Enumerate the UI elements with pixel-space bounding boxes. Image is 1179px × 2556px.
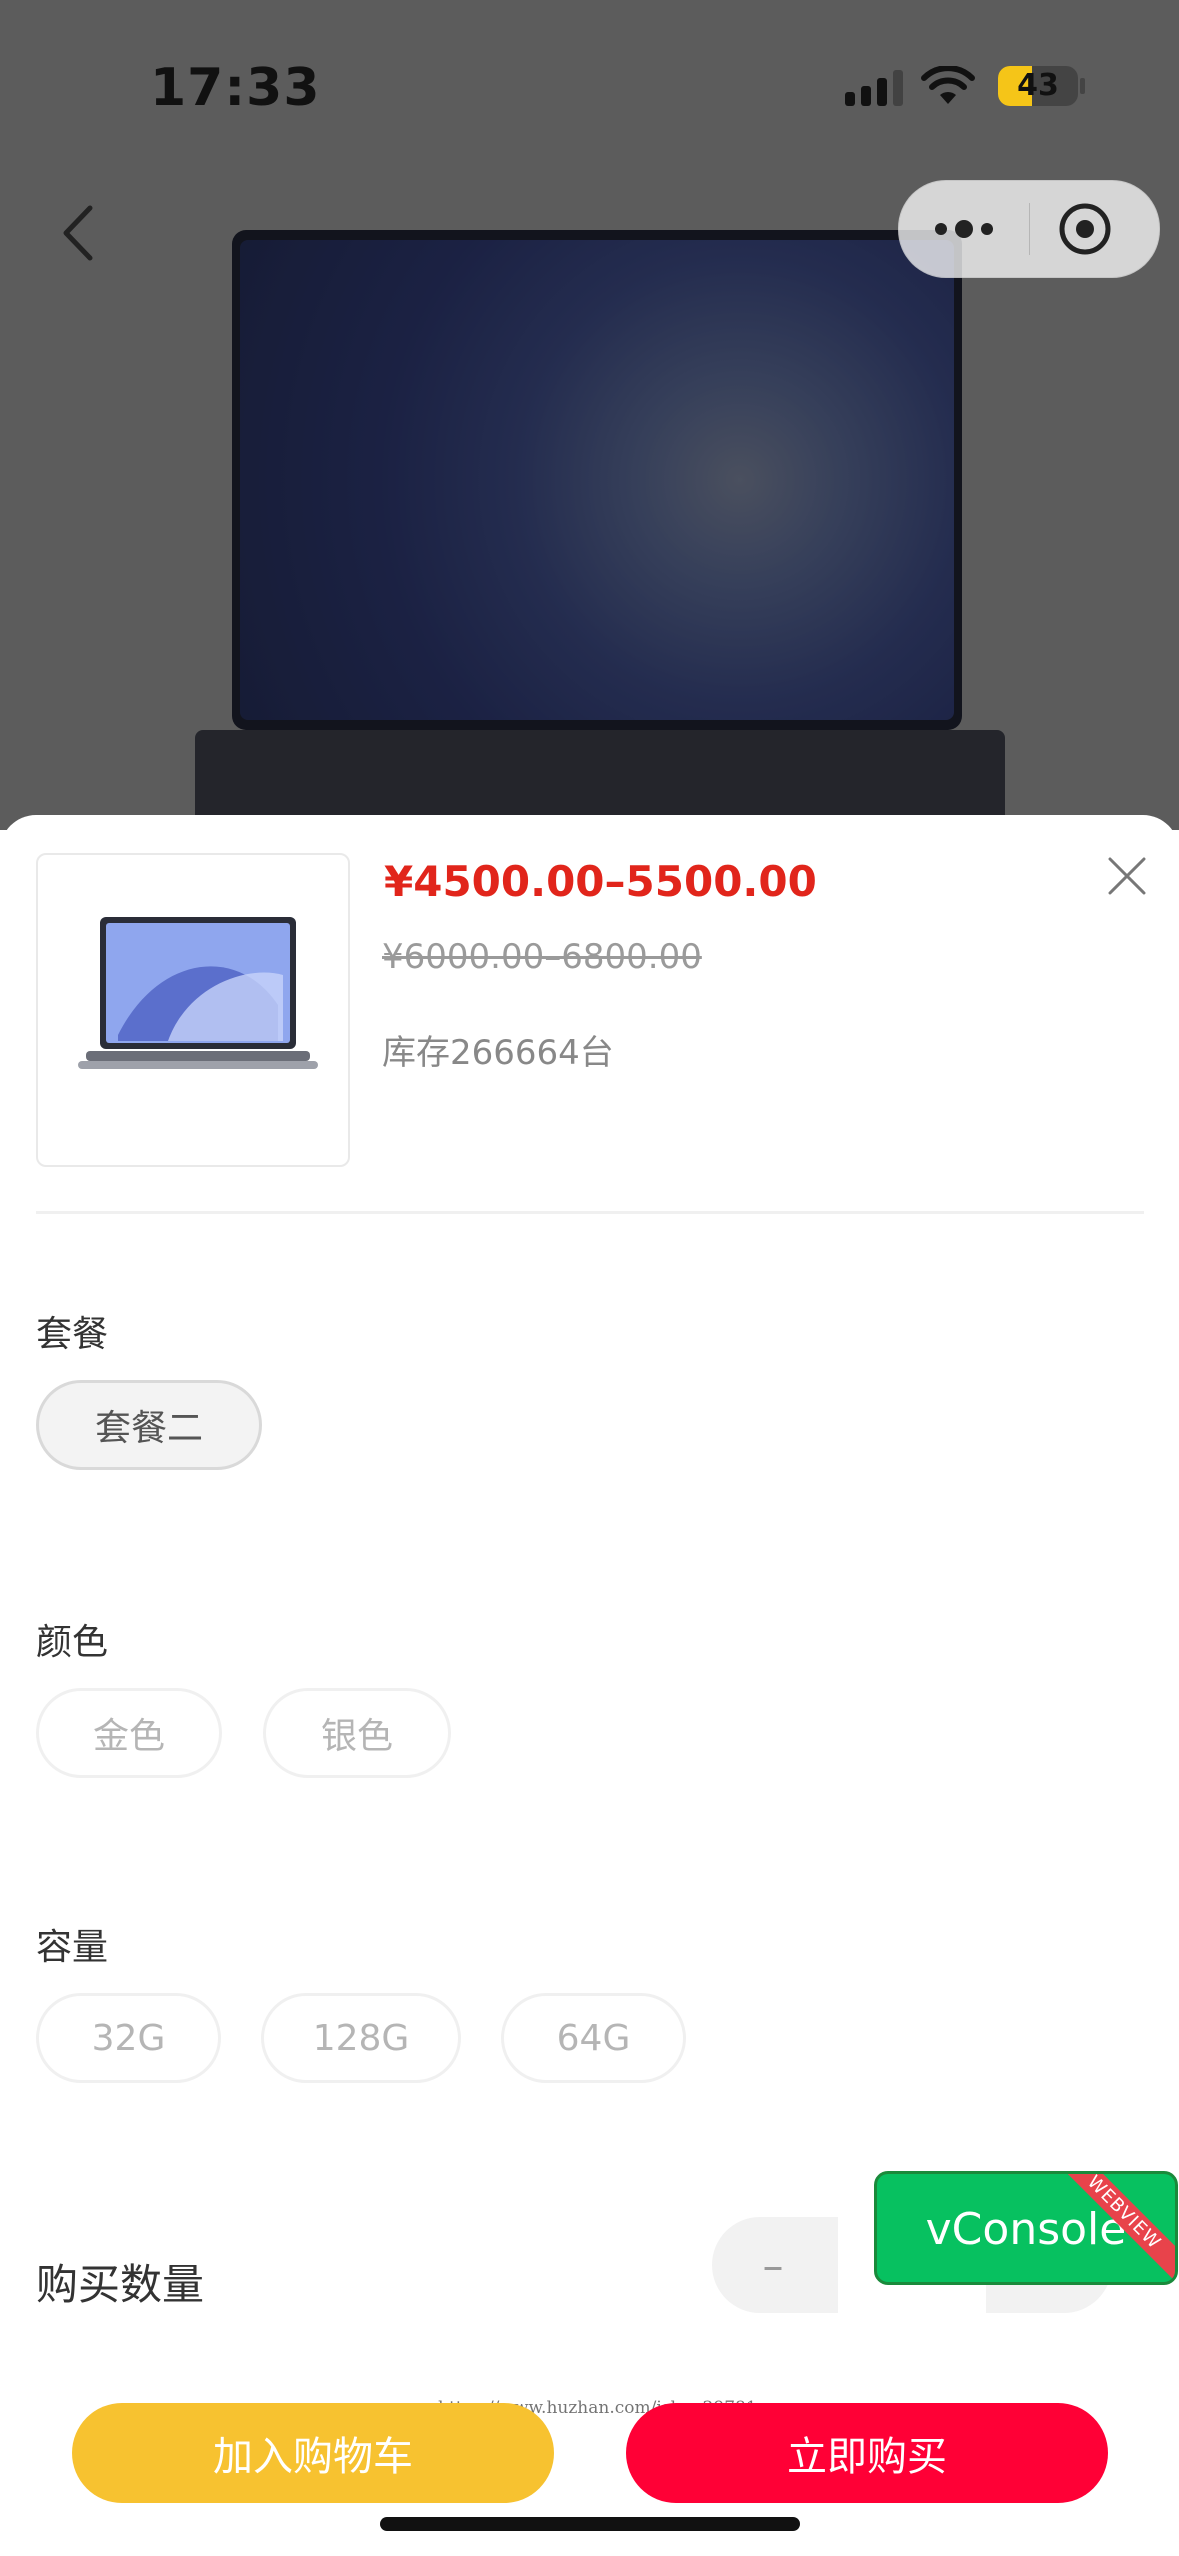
vconsole-button[interactable]: vConsole WEBVIEW [874, 2171, 1178, 2285]
original-price: ¥6000.00–6800.00 [382, 937, 702, 977]
package-section-title: 套餐 [36, 1314, 109, 1355]
close-miniprogram-icon[interactable] [1057, 201, 1113, 257]
more-options-icon[interactable] [929, 209, 999, 249]
quantity-label: 购买数量 [36, 2260, 205, 2309]
option-package-2[interactable]: 套餐二 [36, 1380, 262, 1470]
stock-count: 库存266664台 [382, 1033, 614, 1073]
capsule-divider [1029, 203, 1030, 255]
color-section-title: 颜色 [36, 1622, 109, 1663]
buy-now-button[interactable]: 立即购买 [626, 2403, 1108, 2503]
cellular-signal-icon [845, 70, 903, 106]
divider [36, 1211, 1144, 1214]
status-bar: 17:33 43 [0, 0, 1179, 170]
option-color-silver[interactable]: 银色 [263, 1688, 451, 1778]
option-capacity-128g[interactable]: 128G [261, 1993, 461, 2083]
option-capacity-32g[interactable]: 32G [36, 1993, 221, 2083]
option-capacity-64g[interactable]: 64G [501, 1993, 686, 2083]
battery-icon: 43 [998, 66, 1078, 106]
product-thumbnail [36, 853, 350, 1167]
product-detail-screen: 17:33 43 ¥4500.00–5500.00 ¥6000.00–6800.… [0, 0, 1179, 2556]
option-color-gold[interactable]: 金色 [36, 1688, 222, 1778]
close-icon[interactable] [1104, 853, 1150, 899]
laptop-thumbnail-icon [78, 917, 318, 1069]
back-arrow-icon[interactable] [50, 198, 110, 268]
wifi-icon [921, 66, 975, 104]
battery-tip [1080, 78, 1085, 94]
capacity-section-title: 容量 [36, 1927, 109, 1968]
battery-percent: 43 [1017, 68, 1059, 103]
miniprogram-capsule [898, 180, 1160, 278]
home-indicator[interactable] [380, 2517, 800, 2531]
status-time: 17:33 [150, 58, 321, 118]
add-to-cart-button[interactable]: 加入购物车 [72, 2403, 554, 2503]
sku-selection-sheet: ¥4500.00–5500.00 ¥6000.00–6800.00 库存2666… [0, 815, 1179, 2556]
price-range: ¥4500.00–5500.00 [384, 857, 817, 906]
quantity-minus-button[interactable]: – [712, 2217, 834, 2313]
